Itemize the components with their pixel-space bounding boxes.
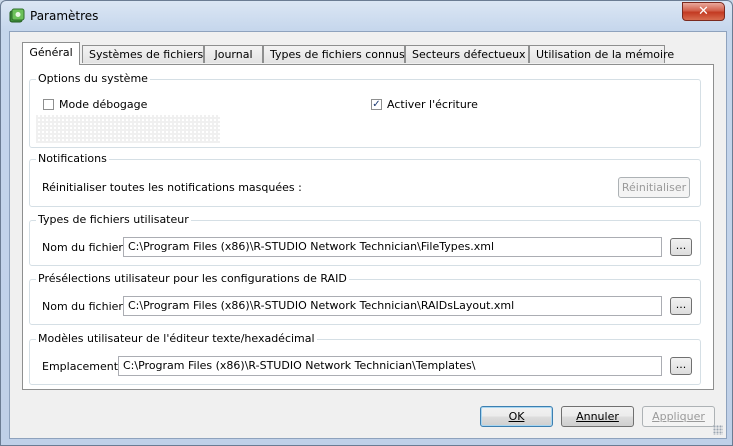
file-types-path-field[interactable]: C:\Program Files (x86)\R-STUDIO Network …	[123, 237, 662, 257]
raid-presets-title: Présélections utilisateur pour les confi…	[36, 272, 349, 285]
notifications-group: Notifications Réinitialiser toutes les n…	[29, 152, 701, 207]
apply-button[interactable]: Appliquer	[642, 406, 715, 427]
reset-notifications-button[interactable]: Réinitialiser	[618, 177, 690, 198]
system-options-group: Options du système Mode débogage ✓ Activ…	[29, 72, 701, 148]
close-icon: ✕	[698, 4, 709, 19]
user-file-types-title: Types de fichiers utilisateur	[36, 213, 191, 226]
raid-presets-group: Présélections utilisateur pour les confi…	[29, 272, 701, 325]
tab-panel-general: Options du système Mode débogage ✓ Activ…	[22, 64, 714, 390]
user-file-types-group: Types de fichiers utilisateur Nom du fic…	[29, 213, 701, 266]
app-icon	[9, 8, 25, 24]
reset-notifications-label: Réinitialiser toutes les notifications m…	[42, 181, 302, 194]
settings-window: Paramètres ✕ Général Systèmes de fichier…	[0, 0, 733, 446]
tab-known-file-types[interactable]: Types de fichiers connus	[263, 45, 405, 63]
file-types-name-label: Nom du fichier :	[42, 241, 131, 254]
apply-button-label: Appliquer	[652, 410, 705, 423]
window-title: Paramètres	[30, 9, 99, 23]
tab-file-systems[interactable]: Systèmes de fichiers	[82, 45, 204, 63]
tab-memory-usage[interactable]: Utilisation de la mémoire	[529, 45, 674, 63]
close-button[interactable]: ✕	[682, 2, 725, 21]
templates-browse-button[interactable]: ...	[670, 357, 692, 375]
templates-location-label: Emplacement :	[42, 360, 126, 373]
raid-browse-button[interactable]: ...	[670, 297, 692, 315]
dialog-body: Général Systèmes de fichiers Journal Typ…	[9, 31, 727, 439]
tab-bad-sectors[interactable]: Secteurs défectueux	[405, 45, 529, 63]
file-types-browse-button[interactable]: ...	[670, 238, 692, 256]
enable-write-checkbox[interactable]: ✓ Activer l'écriture	[371, 98, 478, 111]
cancel-button-label: Annuler	[576, 410, 619, 423]
enable-write-label: Activer l'écriture	[387, 98, 478, 111]
debug-mode-checkbox[interactable]: Mode débogage	[43, 98, 147, 111]
resize-grip[interactable]	[713, 425, 723, 435]
debug-mode-box[interactable]	[43, 99, 54, 110]
raid-path-field[interactable]: C:\Program Files (x86)\R-STUDIO Network …	[123, 296, 662, 316]
debug-mode-label: Mode débogage	[59, 98, 148, 111]
tab-general[interactable]: Général	[22, 42, 80, 65]
hex-templates-title: Modèles utilisateur de l'éditeur texte/h…	[36, 332, 317, 345]
title-bar[interactable]: Paramètres ✕	[1, 1, 732, 31]
cancel-button[interactable]: Annuler	[561, 406, 634, 427]
raid-file-name-label: Nom du fichier :	[42, 300, 131, 313]
ok-button-label: OK	[508, 410, 525, 423]
system-options-title: Options du système	[36, 72, 150, 85]
hex-templates-group: Modèles utilisateur de l'éditeur texte/h…	[29, 332, 701, 385]
tab-journal[interactable]: Journal	[204, 45, 263, 63]
enable-write-box[interactable]: ✓	[371, 99, 382, 110]
checkmark-icon: ✓	[372, 98, 381, 110]
templates-path-field[interactable]: C:\Program Files (x86)\R-STUDIO Network …	[118, 356, 662, 376]
ok-button[interactable]: OK	[480, 406, 553, 427]
notifications-title: Notifications	[36, 152, 109, 165]
disabled-placeholder-area	[36, 115, 220, 143]
